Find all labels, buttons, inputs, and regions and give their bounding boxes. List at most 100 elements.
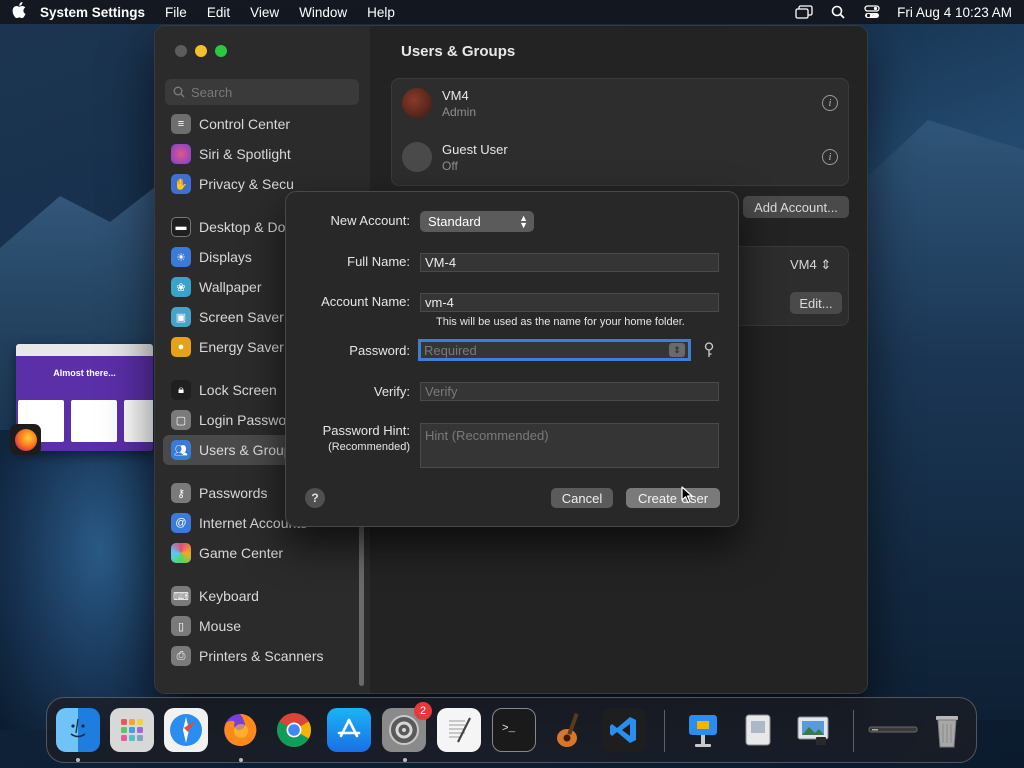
new-account-dialog: New Account: Standard ▲ ▼ Full Name: VM-4… — [285, 191, 739, 527]
hand-icon: ✋ — [171, 174, 191, 194]
close-button[interactable] — [175, 45, 187, 57]
sidebar-scrollbar[interactable] — [359, 526, 364, 686]
user-name: Guest User — [442, 141, 508, 157]
sidebar-item-label: Siri & Spotlight — [199, 146, 291, 162]
verify-field[interactable]: Verify — [420, 382, 719, 401]
full-name-label: Full Name: — [347, 254, 410, 269]
keyboard-icon: ⌨ — [171, 586, 191, 606]
account-type-select[interactable]: Standard ▲ ▼ — [420, 211, 534, 232]
sidebar-item-siri-spotlight[interactable]: Siri & Spotlight — [163, 139, 361, 169]
cancel-button[interactable]: Cancel — [551, 488, 613, 508]
sidebar-item-keyboard[interactable]: ⌨ Keyboard — [163, 581, 361, 611]
edit-button[interactable]: Edit... — [790, 292, 842, 314]
sidebar-item-label: Mouse — [199, 618, 242, 634]
user-role: Off — [442, 158, 458, 173]
sidebar-item-label: Keyboard — [199, 588, 259, 604]
dock-separator — [853, 710, 854, 752]
sidebar-item-printers-scanners[interactable]: ⎙ Printers & Scanners — [163, 641, 361, 671]
firefox-icon[interactable] — [10, 424, 41, 455]
trash-icon[interactable] — [925, 708, 969, 752]
info-icon[interactable]: i — [822, 95, 838, 111]
create-user-button[interactable]: Create User — [626, 488, 720, 508]
verify-label: Verify: — [373, 384, 410, 399]
bulb-icon: ● — [171, 337, 191, 357]
preview-icon[interactable] — [736, 708, 780, 752]
sun-icon: ☀ — [171, 247, 191, 267]
sidebar-item-label: Desktop & Doc — [199, 219, 293, 235]
zoom-button[interactable] — [215, 45, 227, 57]
downloads-icon[interactable] — [867, 708, 919, 752]
sidebar-item-label: Displays — [199, 249, 252, 265]
user-row-vm4[interactable]: VM4 Admin i — [402, 81, 838, 125]
firefox-icon[interactable] — [218, 708, 262, 752]
apple-menu-icon[interactable] — [12, 2, 40, 22]
keynote-icon[interactable] — [681, 708, 725, 752]
sidebar-item-label: Passwords — [199, 485, 268, 501]
account-name-field[interactable]: vm-4 — [420, 293, 719, 312]
terminal-icon[interactable]: >_ — [492, 708, 536, 752]
user-row-guest[interactable]: Guest User Off i — [402, 135, 838, 179]
avatar — [402, 88, 432, 118]
password-assistant-icon[interactable]: ⇕ — [669, 343, 685, 357]
thumbnail-card — [71, 400, 117, 442]
app-menu[interactable]: System Settings — [40, 5, 145, 20]
control-center-icon[interactable] — [863, 5, 881, 19]
finder-icon[interactable] — [56, 708, 100, 752]
sidebar-item-game-center[interactable]: Game Center — [163, 538, 361, 568]
app-store-icon[interactable] — [327, 708, 371, 752]
sidebar-item-mouse[interactable]: ▯ Mouse — [163, 611, 361, 641]
textedit-icon[interactable] — [437, 708, 481, 752]
help-menu[interactable]: Help — [367, 5, 395, 20]
password-label: Password: — [349, 343, 410, 358]
mouse-icon: ▯ — [171, 616, 191, 636]
sidebar-item-label: Game Center — [199, 545, 284, 561]
help-button[interactable]: ? — [305, 488, 325, 508]
sidebar-item-control-center[interactable]: ≡ Control Center — [163, 109, 361, 139]
edit-menu[interactable]: Edit — [207, 5, 230, 20]
launchpad-icon[interactable] — [110, 708, 154, 752]
chrome-icon[interactable] — [272, 708, 316, 752]
search-icon — [173, 86, 185, 98]
safari-icon[interactable] — [164, 708, 208, 752]
printer-icon: ⎙ — [171, 646, 191, 666]
system-settings-icon[interactable]: 2 — [382, 702, 432, 752]
search-placeholder: Search — [191, 84, 233, 100]
sidebar-search-field[interactable]: Search — [165, 79, 359, 105]
garageband-icon[interactable] — [547, 708, 591, 752]
full-name-field[interactable]: VM-4 — [420, 253, 719, 272]
add-account-button[interactable]: Add Account... — [743, 196, 849, 218]
account-name-label: Account Name: — [321, 294, 410, 309]
screen-mirroring-icon[interactable] — [795, 5, 813, 19]
window-menu[interactable]: Window — [299, 5, 347, 20]
siri-icon — [171, 144, 191, 164]
thumbnail-card — [124, 400, 153, 442]
file-menu[interactable]: File — [165, 5, 187, 20]
user-role: Admin — [442, 104, 477, 119]
wallpaper-icon: ❀ — [171, 277, 191, 297]
image-capture-icon[interactable] — [791, 708, 835, 752]
svg-text:>_: >_ — [502, 723, 516, 735]
search-icon[interactable] — [829, 5, 847, 19]
automatic-login-value: VM4 — [790, 257, 817, 272]
running-indicator — [239, 758, 243, 762]
key-icon[interactable] — [704, 342, 714, 361]
at-icon: @ — [171, 513, 191, 533]
account-name-note: This will be used as the name for your h… — [436, 316, 685, 328]
automatic-login-select[interactable]: VM4 ⇕ — [790, 257, 831, 273]
password-field[interactable]: Required ⇕ — [418, 339, 691, 361]
minimize-button[interactable] — [195, 45, 207, 57]
sidebar-item-label: Energy Saver — [199, 339, 284, 355]
view-menu[interactable]: View — [250, 5, 279, 20]
password-placeholder: Required — [424, 342, 477, 358]
running-indicator — [403, 758, 407, 762]
password-hint-sublabel: (Recommended) — [328, 441, 410, 453]
thumbnail-title: Almost there... — [53, 368, 116, 378]
password-hint-field[interactable]: Hint (Recommended) — [420, 423, 719, 468]
menu-bar: System Settings File Edit View Window He… — [0, 0, 1024, 24]
info-icon[interactable]: i — [822, 149, 838, 165]
vscode-icon[interactable] — [602, 708, 646, 752]
users-icon: 👥︎ — [171, 440, 191, 460]
dock-separator — [664, 710, 665, 752]
menu-clock[interactable]: Fri Aug 4 10:23 AM — [897, 5, 1012, 20]
control-center-icon: ≡ — [171, 114, 191, 134]
